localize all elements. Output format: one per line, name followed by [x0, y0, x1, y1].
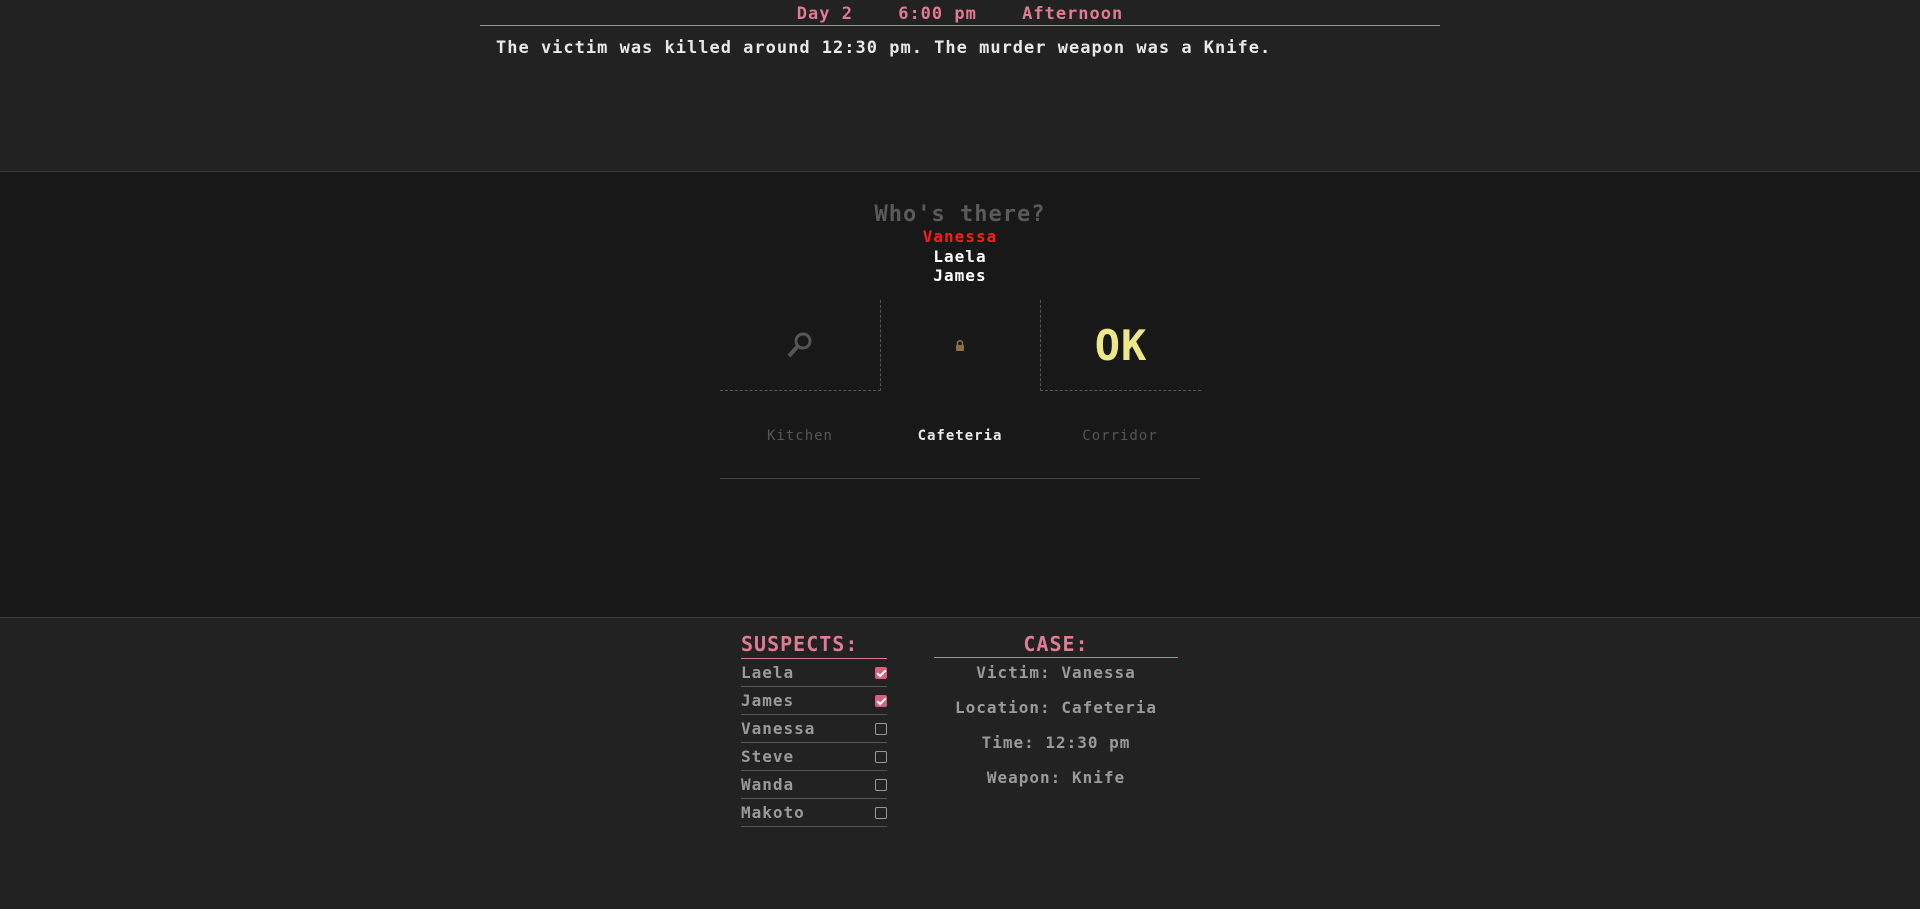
suspect-checkbox[interactable]: [875, 667, 887, 679]
suspect-name: Vanessa: [741, 719, 816, 738]
room-corridor[interactable]: OK: [1040, 300, 1201, 391]
divider: [720, 478, 1200, 479]
top-panel: Day 2 6:00 pm Afternoon The victim was k…: [0, 0, 1920, 172]
suspect-name: Makoto: [741, 803, 805, 822]
case-summary: CASE: Victim: Vanessa Location: Cafeteri…: [934, 632, 1178, 798]
person-item: Laela: [933, 246, 987, 266]
suspects-title: SUSPECTS:: [741, 632, 887, 659]
room-navigator: OK Kitchen Cafeteria Corridor: [720, 300, 1201, 479]
room-kitchen[interactable]: [720, 300, 881, 391]
case-victim: Victim: Vanessa: [976, 663, 1136, 682]
suspect-row[interactable]: Steve: [741, 743, 887, 771]
suspect-row[interactable]: Wanda: [741, 771, 887, 799]
suspect-name: James: [741, 691, 795, 710]
period-label: Afternoon: [1022, 4, 1124, 24]
suspect-checkbox[interactable]: [875, 695, 887, 707]
case-time: Time: 12:30 pm: [981, 733, 1131, 752]
people-present-list: Vanessa Laela James: [0, 227, 1920, 286]
suspect-row[interactable]: Vanessa: [741, 715, 887, 743]
case-weapon: Weapon: Knife: [986, 768, 1126, 787]
suspect-row[interactable]: Makoto: [741, 799, 887, 827]
room-cafeteria: [880, 300, 1040, 390]
notes-panel: SUSPECTS: Laela James Vanessa Steve Wand…: [0, 618, 1920, 909]
suspect-row[interactable]: Laela: [741, 659, 887, 687]
suspect-checkbox[interactable]: [875, 807, 887, 819]
ok-button[interactable]: OK: [1041, 300, 1201, 390]
magnifier-icon[interactable]: [720, 300, 880, 390]
suspect-row[interactable]: James: [741, 687, 887, 715]
room-label-kitchen[interactable]: Kitchen: [720, 428, 880, 444]
suspect-checkbox[interactable]: [875, 723, 887, 735]
suspect-checkbox[interactable]: [875, 751, 887, 763]
room-label-cafeteria: Cafeteria: [917, 428, 1003, 444]
suspect-checkbox[interactable]: [875, 779, 887, 791]
person-victim: Vanessa: [922, 227, 998, 246]
time-label: 6:00 pm: [898, 4, 977, 24]
suspect-name: Laela: [741, 663, 795, 682]
day-label: Day 2: [796, 4, 853, 24]
suspect-name: Steve: [741, 747, 795, 766]
suspect-name: Wanda: [741, 775, 795, 794]
case-message: The victim was killed around 12:30 pm. T…: [496, 38, 1272, 58]
suspects-list: SUSPECTS: Laela James Vanessa Steve Wand…: [741, 632, 887, 827]
ok-label: OK: [1094, 320, 1148, 370]
case-location: Location: Cafeteria: [954, 698, 1158, 717]
lock-icon: [880, 300, 1040, 390]
room-label-corridor[interactable]: Corridor: [1040, 428, 1200, 444]
scene-panel: Who's there? Vanessa Laela James OK Kitc…: [0, 172, 1920, 618]
person-item: James: [933, 266, 987, 285]
who-title: Who's there?: [874, 202, 1046, 227]
status-bar: Day 2 6:00 pm Afternoon: [480, 4, 1440, 26]
case-title: CASE:: [934, 632, 1178, 658]
